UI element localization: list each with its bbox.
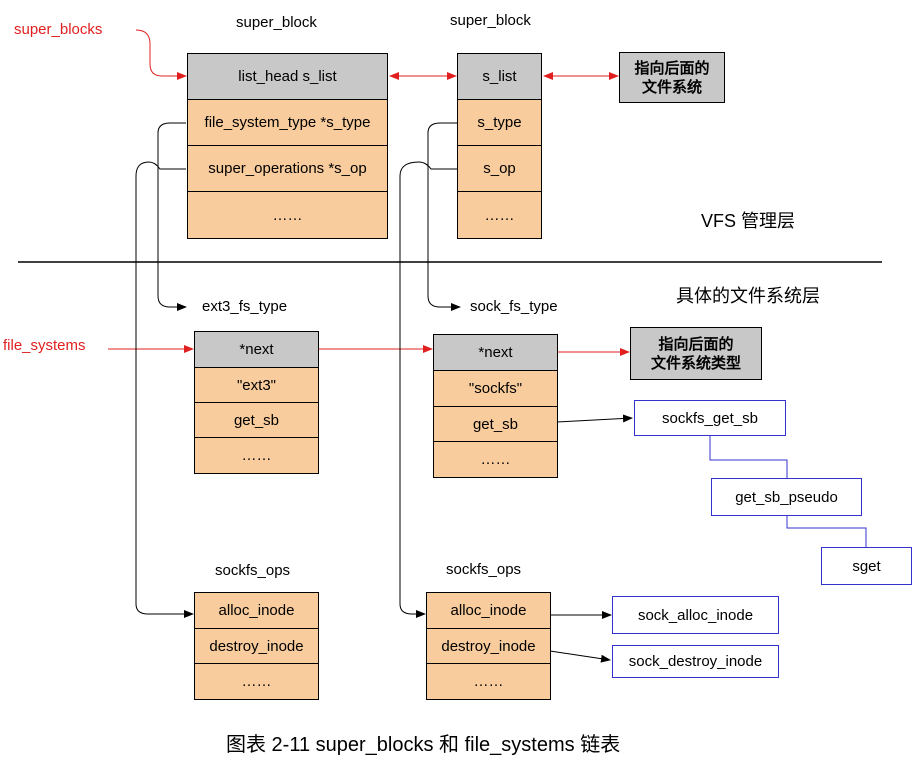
- ops2-alloc-inode-field: alloc_inode: [426, 592, 551, 629]
- call-link-2: [786, 516, 867, 547]
- next-fs-note-line2: 文件系统: [641, 78, 702, 96]
- ops2-more-field: ……: [426, 663, 551, 700]
- super-block-2-title: super_block: [450, 12, 531, 29]
- sockfs-ops-1-struct: alloc_inode destroy_inode ……: [194, 592, 319, 700]
- super-block-1-title: super_block: [236, 14, 317, 31]
- sockfs-get-sb-field: get_sb: [433, 406, 558, 442]
- sb1-s-type-field: file_system_type *s_type: [187, 99, 388, 146]
- vfs-layer-label: VFS 管理层: [701, 211, 796, 231]
- sb1-s-list-field: list_head s_list: [187, 53, 388, 100]
- call-link-1: [709, 436, 788, 478]
- super-blocks-label: super_blocks: [14, 21, 103, 38]
- sb2-s-op-field: s_op: [457, 145, 542, 192]
- sockfs-name-field: "sockfs": [433, 370, 558, 407]
- sockfs-more-field: ……: [433, 441, 558, 478]
- sb2-s-type-field: s_type: [457, 99, 542, 146]
- ops1-more-field: ……: [194, 663, 319, 700]
- ops1-destroy-inode-field: destroy_inode: [194, 628, 319, 664]
- ext3-fs-type-title: ext3_fs_type: [202, 298, 288, 315]
- ops1-alloc-inode-field: alloc_inode: [194, 592, 319, 629]
- sget-function: sget: [821, 547, 912, 585]
- sockfs-get-sb-function: sockfs_get_sb: [634, 400, 786, 436]
- next-fs-note-line1: 指向后面的: [634, 59, 710, 77]
- ext3-more-field: ……: [194, 437, 319, 474]
- sb2-more-field: ……: [457, 191, 542, 239]
- sb1-more-field: ……: [187, 191, 388, 239]
- next-fstype-note: 指向后面的 文件系统类型: [630, 327, 762, 380]
- sb2-s-type-link: [427, 122, 461, 311]
- ext3-fs-type-struct: *next "ext3" get_sb ……: [194, 331, 319, 474]
- sock-fs-type-title: sock_fs_type: [470, 298, 558, 315]
- fs-layer-label: 具体的文件系统层: [676, 286, 820, 306]
- ext3-name-field: "ext3": [194, 367, 319, 403]
- file-systems-label: file_systems: [3, 337, 86, 354]
- sockfs-next-field: *next: [433, 334, 558, 371]
- destroy-inode-arrow: [549, 650, 611, 663]
- get-sb-pseudo-function: get_sb_pseudo: [711, 478, 862, 516]
- super-block-2: s_list s_type s_op ……: [457, 53, 542, 239]
- sock-fs-type-struct: *next "sockfs" get_sb ……: [433, 334, 558, 478]
- super-block-1: list_head s_list file_system_type *s_typ…: [187, 53, 388, 239]
- next-fs-note: 指向后面的 文件系统: [619, 52, 725, 103]
- get-sb-arrow: [556, 414, 633, 423]
- super-blocks-arrow: [135, 29, 187, 80]
- sock-alloc-inode-function: sock_alloc_inode: [612, 596, 779, 634]
- ext3-next-field: *next: [194, 331, 319, 368]
- sb1-s-op-field: super_operations *s_op: [187, 145, 388, 192]
- sockfs-ops-1-title: sockfs_ops: [215, 562, 291, 579]
- ops2-destroy-inode-field: destroy_inode: [426, 628, 551, 664]
- sb1-s-op-link: [135, 161, 194, 618]
- sockfs-ops-2-title: sockfs_ops: [446, 561, 522, 578]
- next-fstype-note-line1: 指向后面的: [658, 335, 734, 353]
- sb2-s-list-field: s_list: [457, 53, 542, 100]
- figure-caption: 图表 2-11 super_blocks 和 file_systems 链表: [226, 734, 621, 756]
- sb1-s-type-link: [157, 122, 187, 311]
- sock-destroy-inode-function: sock_destroy_inode: [612, 645, 779, 678]
- ext3-get-sb-field: get_sb: [194, 402, 319, 438]
- next-fstype-note-line2: 文件系统类型: [650, 354, 741, 372]
- sockfs-ops-2-struct: alloc_inode destroy_inode ……: [426, 592, 551, 700]
